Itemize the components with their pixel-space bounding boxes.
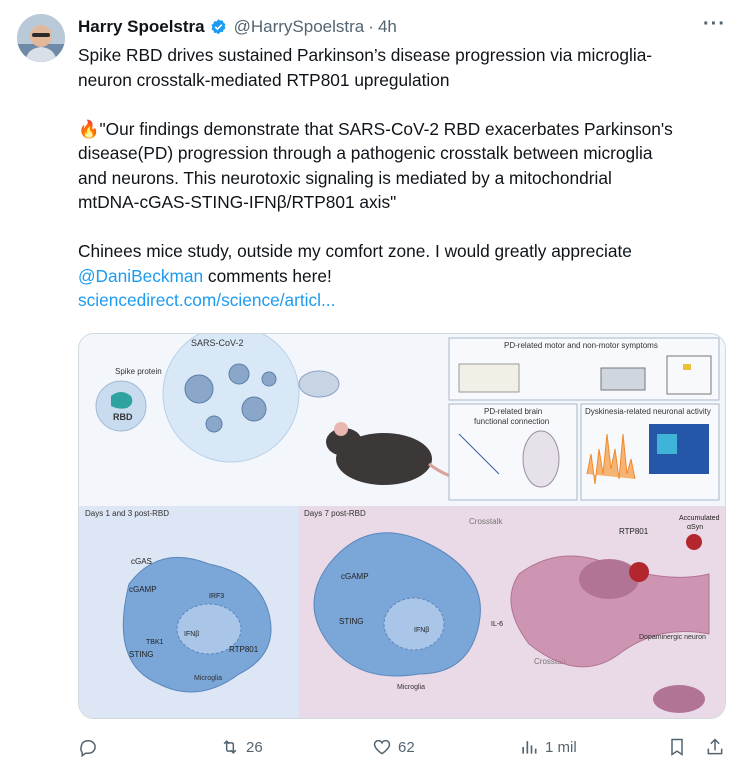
text-line: disease(PD) progression through a pathog… (78, 143, 653, 163)
avatar[interactable] (17, 14, 65, 62)
text-line: sciencedirect.com/science/articl... (78, 288, 728, 313)
mention-link[interactable]: @DaniBeckman (78, 266, 203, 286)
views-count: 1 mil (545, 738, 577, 756)
crosstalk-label: Crosstalk (469, 517, 503, 526)
bookmark-icon (671, 738, 683, 756)
rtp801-label: RTP801 (229, 645, 259, 654)
dyskinesia-label: Dyskinesia-related neuronal activity (585, 407, 711, 416)
retweet-icon (223, 740, 237, 754)
tweet-text: Spike RBD drives sustained Parkinson’s d… (78, 43, 728, 313)
text-line: 🔥"Our findings demonstrate that SARS-CoV… (78, 118, 673, 139)
days13-label: Days 1 and 3 post-RBD (85, 509, 169, 518)
irf3-label: IRF3 (209, 593, 224, 600)
accumulated-label: Accumulated (679, 515, 720, 522)
days7-label: Days 7 post-RBD (304, 509, 366, 518)
tweet-image[interactable]: SARS-CoV-2 Spike protein RBD PD-related … (78, 333, 726, 719)
svg-text:Microglia: Microglia (397, 684, 425, 691)
text-line: mtDNA-cGAS-STING-IFNβ/RTP801 axis" (78, 192, 397, 212)
retweet-count: 26 (246, 738, 263, 756)
like-count: 62 (398, 738, 415, 756)
asyn-label: αSyn (687, 524, 703, 531)
fire-emoji-icon: 🔥 (78, 118, 100, 139)
text-line: Chinees mice study, outside my comfort z… (78, 241, 632, 261)
article-link[interactable]: sciencedirect.com/science/articl... (78, 290, 335, 310)
heart-icon (373, 739, 391, 755)
functional-label: functional connection (474, 417, 549, 426)
rbd-label: RBD (113, 412, 133, 422)
verified-badge-icon (209, 18, 228, 37)
il6-label: IL-6 (491, 621, 503, 628)
spike-label: Spike protein (115, 367, 162, 376)
text-line: Spike RBD drives sustained Parkinson’s d… (78, 45, 653, 65)
pd-symptoms-label: PD-related motor and non-motor symptoms (504, 341, 658, 350)
tweet-card[interactable]: Harry Spoelstra @HarrySpoelstra · 4h ···… (0, 0, 746, 776)
views-button[interactable]: 1 mil (519, 734, 577, 760)
share-button[interactable] (705, 734, 725, 760)
pd-brain-label: PD-related brain (484, 407, 542, 416)
action-bar: 26 62 1 mil (78, 734, 728, 760)
timestamp[interactable]: 4h (378, 17, 397, 37)
svg-text:IFNβ: IFNβ (414, 627, 429, 634)
author-name[interactable]: Harry Spoelstra (78, 17, 205, 37)
microglia-label: Microglia (194, 675, 222, 682)
text-line: and neurons. This neurotoxic signaling i… (78, 167, 612, 188)
svg-text:RTP801: RTP801 (619, 527, 649, 536)
retweet-button[interactable]: 26 (220, 734, 263, 760)
more-options-icon[interactable]: ··· (703, 14, 726, 34)
dopaminergic-label: Dopaminergic neuron (639, 634, 706, 641)
separator-dot: · (368, 17, 374, 36)
views-icon (522, 741, 537, 754)
share-icon (707, 738, 723, 755)
reply-button[interactable] (78, 734, 104, 760)
like-button[interactable]: 62 (372, 734, 415, 760)
cgamp-label: cGAMP (129, 585, 157, 594)
cgas-label: cGAS (131, 557, 152, 566)
ifnb-label: IFNβ (184, 631, 199, 638)
text-line: @DaniBeckman comments here! (78, 265, 332, 286)
svg-text:cGAMP: cGAMP (341, 572, 369, 581)
tbk1-label: TBK1 (146, 639, 164, 646)
tweet-header: Harry Spoelstra @HarrySpoelstra · 4h ··· (78, 14, 726, 40)
reply-icon (80, 740, 96, 757)
bookmark-button[interactable] (667, 734, 687, 760)
author-handle[interactable]: @HarrySpoelstra (234, 17, 365, 37)
sars-label: SARS-CoV-2 (191, 338, 244, 348)
sting-label: STING (129, 650, 153, 659)
svg-text:STING: STING (339, 617, 363, 626)
text-line: neuron crosstalk-mediated RTP801 upregul… (78, 69, 450, 90)
